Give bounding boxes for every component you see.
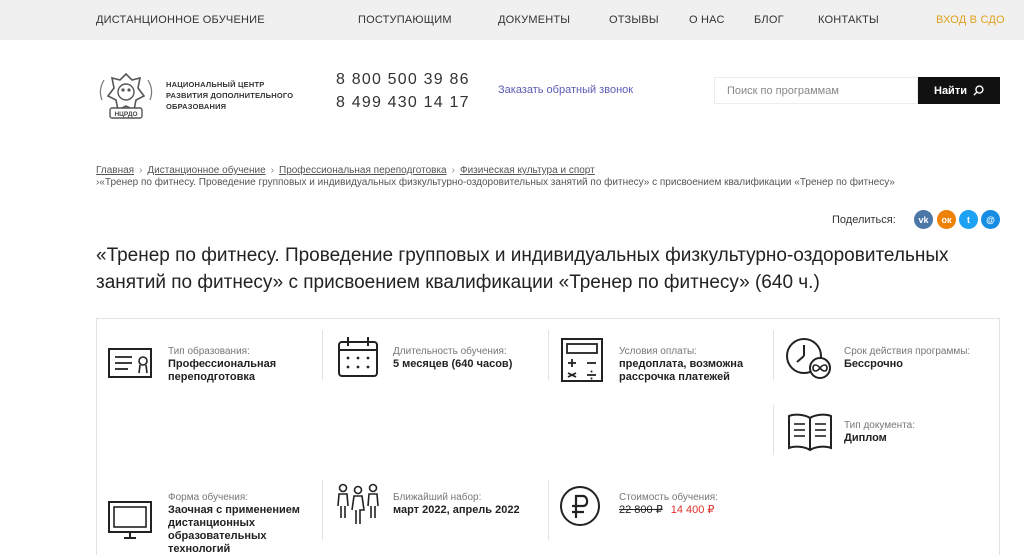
book-icon — [788, 413, 832, 452]
org-name-line: РАЗВИТИЯ ДОПОЛНИТЕЛЬНОГО — [166, 91, 294, 100]
logo-emblem-icon: НЦРДО — [99, 72, 153, 119]
breadcrumb: Главная › Дистанционное обучение › Профессио… — [96, 165, 595, 176]
duration-label: Длительность обучения: — [393, 346, 507, 357]
document-type-label: Тип документа: — [844, 420, 915, 431]
divider — [548, 330, 549, 380]
cost-label: Стоимость обучения: — [619, 492, 718, 503]
search-input[interactable] — [714, 77, 918, 104]
nav-blog[interactable]: БЛОГ — [754, 14, 784, 26]
validity-label: Срок действия программы: — [844, 346, 971, 357]
org-name: НАЦИОНАЛЬНЫЙ ЦЕНТР РАЗВИТИЯ ДОПОЛНИТЕЛЬН… — [166, 79, 293, 112]
divider — [773, 330, 774, 380]
nav-applicants[interactable]: ПОСТУПАЮЩИМ — [358, 14, 452, 26]
odnoklassniki-icon[interactable]: ок — [937, 210, 956, 229]
nav-login-sdo[interactable]: ВХОД В СДО — [936, 14, 1005, 26]
breadcrumb-separator: › — [451, 165, 455, 176]
duration-value: 5 месяцев (640 часов) — [393, 358, 513, 370]
study-form-label: Форма обучения: — [168, 492, 249, 503]
payment-value: предоплата, возможна рассрочка платежей — [619, 358, 744, 383]
divider — [773, 405, 774, 455]
nav-about[interactable]: О НАС — [689, 14, 725, 26]
nav-contacts[interactable]: КОНТАКТЫ — [818, 14, 879, 26]
new-price: 14 400 ₽ — [670, 504, 715, 516]
org-name-line: ОБРАЗОВАНИЯ — [166, 102, 227, 111]
search-button-label: Найти — [934, 84, 967, 97]
breadcrumb-retraining[interactable]: Профессиональная переподготовка — [279, 165, 447, 176]
education-type-label: Тип образования: — [168, 346, 250, 357]
org-name-line: НАЦИОНАЛЬНЫЙ ЦЕНТР — [166, 80, 265, 89]
ruble-icon — [560, 486, 600, 526]
document-type-value: Диплом — [844, 432, 887, 444]
logo-text: НЦРДО — [114, 111, 137, 118]
vk-icon[interactable]: vk — [914, 210, 933, 229]
breadcrumb-separator: › — [270, 165, 274, 176]
education-type-value: Профессиональная переподготовка — [168, 358, 277, 383]
enrollment-value: март 2022, апрель 2022 — [393, 504, 520, 516]
top-navigation: ДИСТАНЦИОННОЕ ОБУЧЕНИЕ ПОСТУПАЮЩИМ ДОКУМ… — [0, 0, 1024, 40]
divider — [548, 480, 549, 540]
phone-primary[interactable]: 8 800 500 39 86 — [336, 71, 470, 89]
phone-secondary[interactable]: 8 499 430 14 17 — [336, 94, 470, 112]
nav-distance-learning[interactable]: ДИСТАНЦИОННОЕ ОБУЧЕНИЕ — [96, 14, 265, 26]
moimir-icon[interactable]: @ — [981, 210, 1000, 229]
old-price: 22 800 ₽ — [619, 504, 663, 516]
twitter-icon[interactable]: t — [959, 210, 978, 229]
cost-value: 22 800 ₽ 14 400 ₽ — [619, 504, 769, 517]
divider — [322, 330, 323, 380]
share-label: Поделиться: — [832, 214, 896, 226]
breadcrumb-home[interactable]: Главная — [96, 165, 134, 176]
breadcrumb-current: ›«Тренер по фитнесу. Проведение групповы… — [96, 177, 895, 188]
study-form-value: Заочная с применением дистанционных обра… — [168, 504, 300, 555]
logo[interactable]: НЦРДО — [96, 70, 156, 120]
nav-reviews[interactable]: ОТЗЫВЫ — [609, 14, 659, 26]
breadcrumb-current-label: «Тренер по фитнесу. Проведение групповых… — [99, 177, 895, 188]
people-icon — [337, 483, 379, 524]
breadcrumb-sport[interactable]: Физическая культура и спорт — [460, 165, 595, 176]
divider — [96, 488, 97, 555]
search-icon — [973, 85, 984, 96]
callback-link[interactable]: Заказать обратный звонок — [498, 84, 633, 96]
clock-infinity-icon — [786, 338, 831, 379]
monitor-icon — [108, 501, 152, 539]
nav-documents[interactable]: ДОКУМЕНТЫ — [498, 14, 570, 26]
validity-value: Бессрочно — [844, 358, 904, 370]
breadcrumb-separator: › — [139, 165, 143, 176]
payment-label: Условия оплаты: — [619, 346, 697, 357]
calculator-icon — [561, 338, 603, 382]
enrollment-label: Ближайший набор: — [393, 492, 482, 503]
calendar-icon — [338, 337, 378, 377]
search-button[interactable]: Найти — [918, 77, 1000, 104]
certificate-icon — [108, 348, 152, 378]
breadcrumb-distance-learning[interactable]: Дистанционное обучение — [147, 165, 265, 176]
divider — [322, 480, 323, 540]
page-title: «Тренер по фитнесу. Проведение групповых… — [96, 245, 949, 293]
